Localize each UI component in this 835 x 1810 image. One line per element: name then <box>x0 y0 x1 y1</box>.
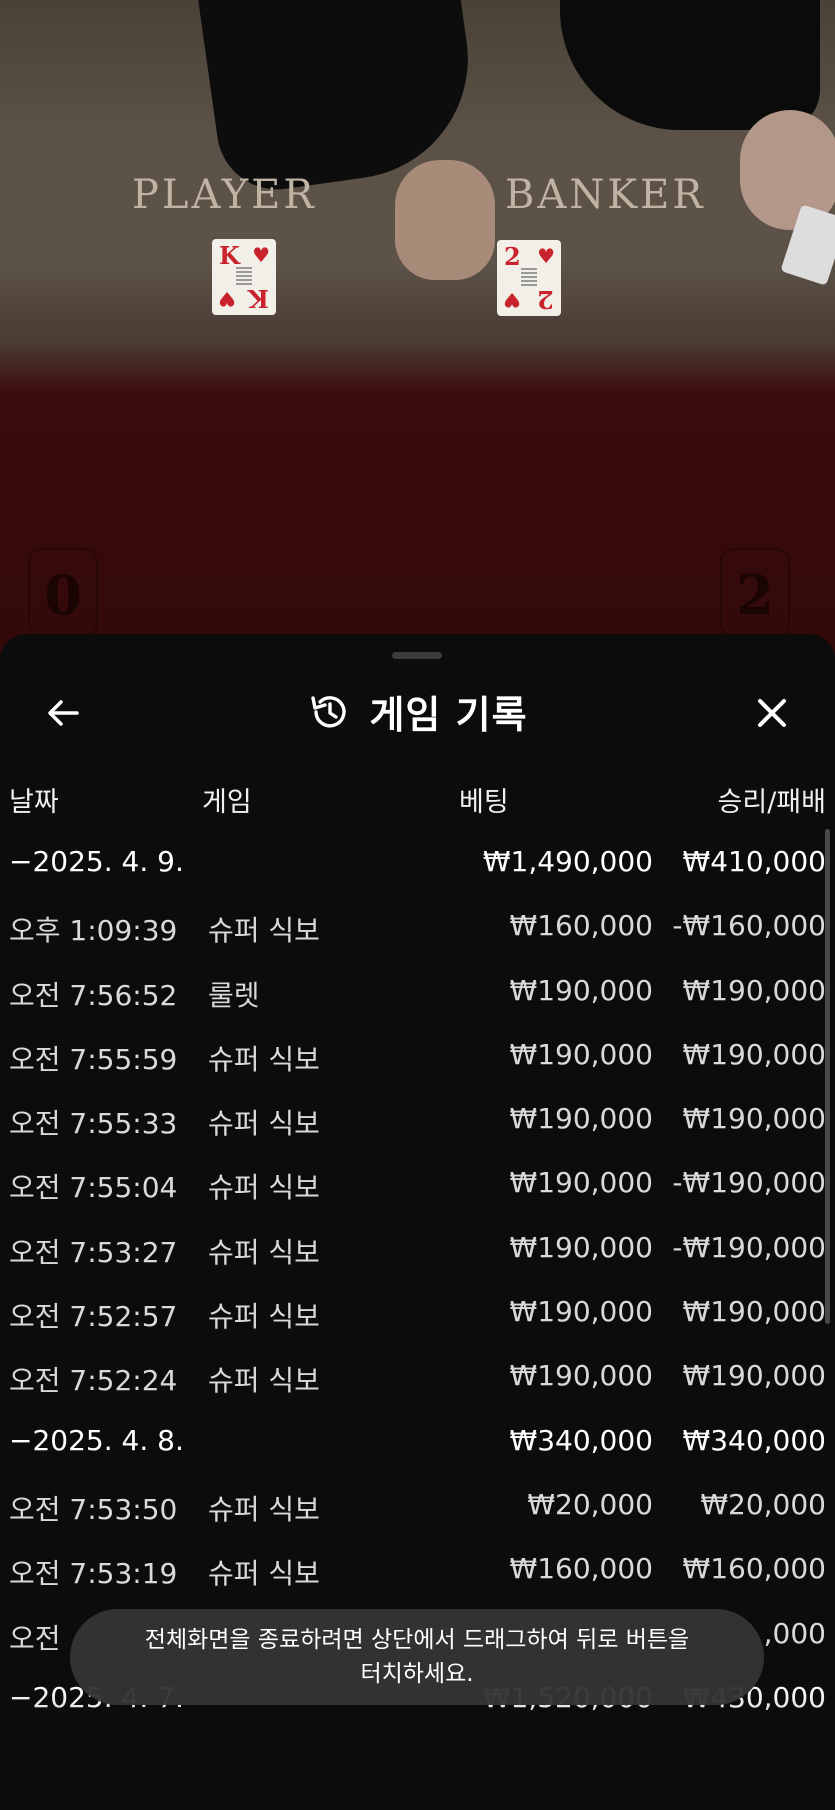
history-row[interactable]: 오전 7:52:57 슈퍼 식보 ₩190,000 ₩190,000 <box>0 1281 835 1345</box>
row-date: 오전 7:52:24 <box>9 1364 178 1398</box>
history-row[interactable]: 오전 7:55:33 슈퍼 식보 ₩190,000 ₩190,000 <box>0 1088 835 1152</box>
player-card: K ♥ K ♥ <box>212 239 276 315</box>
fullscreen-exit-toast: 전체화면을 종료하려면 상단에서 드래그하여 뒤로 버튼을 터치하세요. <box>70 1609 764 1705</box>
column-header-date[interactable]: 날짜 <box>9 780 59 820</box>
row-date: 오전 7:55:59 <box>9 1042 178 1076</box>
row-date: 오전 7:56:52 <box>9 978 178 1012</box>
row-date: 오전 <box>9 1621 61 1655</box>
row-game: 슈퍼 식보 <box>208 1042 320 1076</box>
row-bet: ₩190,000 <box>509 1295 653 1329</box>
history-row[interactable]: 오전 7:56:52 룰렛 ₩190,000 ₩190,000 <box>0 960 835 1024</box>
heart-icon: ♥ <box>218 287 236 311</box>
card-rank: 2 <box>504 242 521 271</box>
row-game: 슈퍼 식보 <box>208 1107 320 1141</box>
row-result: ₩340,000 <box>682 1423 826 1457</box>
row-result: -₩190,000 <box>672 1166 826 1200</box>
history-icon <box>307 690 351 734</box>
row-bet: ₩160,000 <box>509 909 653 943</box>
history-row[interactable]: 오전 7:55:04 슈퍼 식보 ₩190,000 -₩190,000 <box>0 1152 835 1216</box>
date-group-row[interactable]: −2025. 4. 8. ₩340,000 ₩340,000 <box>0 1410 835 1474</box>
row-result: ₩190,000 <box>682 1102 826 1136</box>
row-bet: ₩190,000 <box>509 1102 653 1136</box>
row-date: 오전 7:52:57 <box>9 1300 178 1334</box>
row-date: 오전 7:55:04 <box>9 1171 178 1205</box>
heart-icon: ♥ <box>503 288 521 312</box>
close-button[interactable] <box>747 688 797 738</box>
heart-icon: ♥ <box>537 244 555 268</box>
toast-line: 전체화면을 종료하려면 상단에서 드래그하여 뒤로 버튼을 <box>144 1627 690 1653</box>
row-game: 슈퍼 식보 <box>208 1557 320 1591</box>
banker-card: 2 ♥ 2 ♥ <box>497 240 561 316</box>
row-game: 슈퍼 식보 <box>208 1364 320 1398</box>
row-bet: ₩190,000 <box>509 1230 653 1264</box>
player-score: 0 <box>28 548 98 638</box>
row-game: 룰렛 <box>208 978 260 1012</box>
row-result: ₩20,000 <box>700 1487 826 1521</box>
sheet-title: 게임 기록 <box>369 693 528 737</box>
card-rank: K <box>219 241 240 270</box>
card-rank: 2 <box>537 285 554 314</box>
card-face <box>236 267 252 285</box>
row-result: ,000 <box>763 1616 826 1650</box>
row-bet: ₩190,000 <box>509 973 653 1007</box>
row-date: −2025. 4. 9. <box>9 845 184 878</box>
sheet-drag-handle[interactable] <box>392 652 442 659</box>
row-date: 오전 7:53:50 <box>9 1492 178 1526</box>
row-date: 오후 1:09:39 <box>9 914 178 948</box>
card-rank: K <box>248 284 269 313</box>
dealer-hand <box>395 160 495 280</box>
scrollbar[interactable] <box>825 829 830 1324</box>
history-list[interactable]: −2025. 4. 9. ₩1,490,000 ₩410,000 오후 1:09:39… <box>0 831 835 1731</box>
row-bet: ₩20,000 <box>527 1487 653 1521</box>
heart-icon: ♥ <box>252 243 270 267</box>
row-result: ₩190,000 <box>682 1359 826 1393</box>
row-game: 슈퍼 식보 <box>208 1235 320 1269</box>
row-date: 오전 7:53:27 <box>9 1235 178 1269</box>
history-row[interactable]: 오전 7:52:24 슈퍼 식보 ₩190,000 ₩190,000 <box>0 1345 835 1409</box>
date-group-row[interactable]: −2025. 4. 9. ₩1,490,000 ₩410,000 <box>0 831 835 895</box>
row-bet: ₩340,000 <box>509 1423 653 1457</box>
row-result: ₩190,000 <box>682 1037 826 1071</box>
row-game: 슈퍼 식보 <box>208 1492 320 1526</box>
column-header-result[interactable]: 승리/패배 <box>718 780 826 820</box>
row-bet: ₩190,000 <box>509 1166 653 1200</box>
row-result: ₩190,000 <box>682 973 826 1007</box>
player-label: PLAYER <box>132 172 317 218</box>
row-game: 슈퍼 식보 <box>208 1171 320 1205</box>
row-game: 슈퍼 식보 <box>208 1300 320 1334</box>
sheet-header: 게임 기록 <box>0 674 835 754</box>
history-row[interactable]: 오후 1:09:39 슈퍼 식보 ₩160,000 -₩160,000 <box>0 895 835 959</box>
column-header-bet[interactable]: 베팅 <box>459 780 509 820</box>
live-video: PLAYER BANKER K ♥ K ♥ 2 ♥ 2 ♥ 0 2 <box>0 0 835 660</box>
row-result: -₩190,000 <box>672 1230 826 1264</box>
row-result: ₩410,000 <box>682 845 826 878</box>
banker-label: BANKER <box>505 172 706 218</box>
history-row[interactable]: 오전 7:55:59 슈퍼 식보 ₩190,000 ₩190,000 <box>0 1024 835 1088</box>
row-result: ₩190,000 <box>682 1295 826 1329</box>
row-bet: ₩160,000 <box>509 1552 653 1586</box>
row-date: 오전 7:55:33 <box>9 1107 178 1141</box>
close-icon <box>758 699 786 727</box>
row-game: 슈퍼 식보 <box>208 914 320 948</box>
history-row[interactable]: 오전 7:53:27 슈퍼 식보 ₩190,000 -₩190,000 <box>0 1217 835 1281</box>
column-header-game[interactable]: 게임 <box>202 780 252 820</box>
row-bet: ₩190,000 <box>509 1359 653 1393</box>
row-result: -₩160,000 <box>672 909 826 943</box>
card-face <box>521 268 537 286</box>
toast-line: 터치하세요. <box>360 1661 474 1687</box>
banker-score: 2 <box>720 548 790 638</box>
row-bet: ₩190,000 <box>509 1037 653 1071</box>
history-row[interactable]: 오전 7:53:19 슈퍼 식보 ₩160,000 ₩160,000 <box>0 1538 835 1602</box>
sheet-title-group: 게임 기록 <box>0 684 835 739</box>
row-date: 오전 7:53:19 <box>9 1557 178 1591</box>
row-date: −2025. 4. 8. <box>9 1423 184 1457</box>
row-bet: ₩1,490,000 <box>482 845 653 878</box>
history-row[interactable]: 오전 7:53:50 슈퍼 식보 ₩20,000 ₩20,000 <box>0 1474 835 1538</box>
row-result: ₩160,000 <box>682 1552 826 1586</box>
